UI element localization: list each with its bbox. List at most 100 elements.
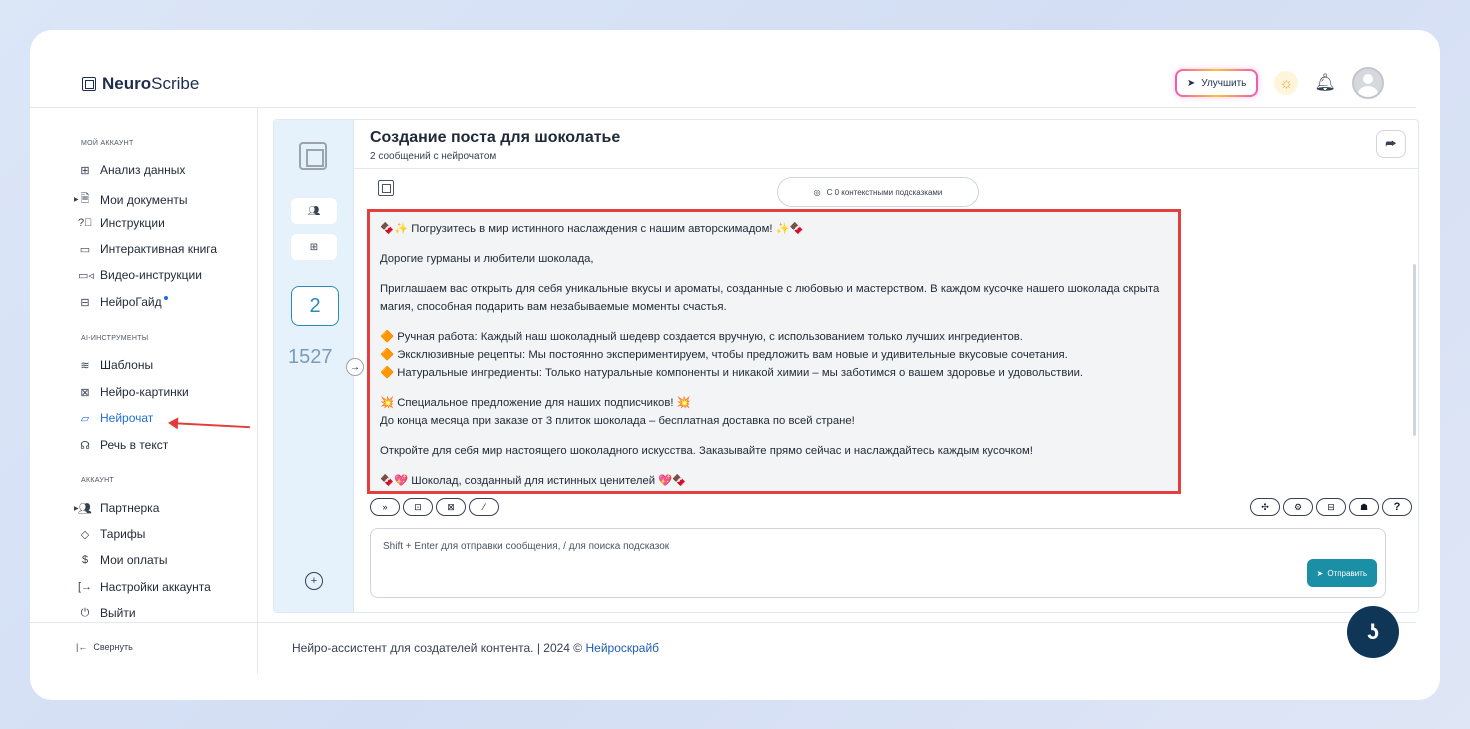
send-label: Отправить <box>1327 568 1367 578</box>
settings-toolbar: ✣ ⚙ ⊟ ☗ ? <box>1250 498 1412 516</box>
sidebar-item-label: Выйти <box>100 606 136 620</box>
message-paragraph: Откройте для себя мир настоящего шоколад… <box>380 445 1033 457</box>
document-icon: 🗎 <box>80 193 90 205</box>
sidebar-item-payments[interactable]: $ Мои оплаты <box>78 553 168 567</box>
new-dot <box>163 296 168 300</box>
chevrons-down-icon[interactable]: » <box>370 498 400 516</box>
hint-icon: ◎ <box>813 187 821 197</box>
sidebar-item-logout[interactable]: ⏻ Выйти <box>78 606 136 620</box>
bell-icon[interactable]: 🔔︎ <box>1314 73 1336 93</box>
sidebar-item-label: Мои оплаты <box>100 553 168 567</box>
upgrade-button[interactable]: ➤ Улучшить <box>1175 69 1259 97</box>
message-bullet: 🔶 Натуральные ингредиенты: Только натура… <box>380 367 1084 379</box>
section-ai-tools: AI-инструменты <box>81 335 149 342</box>
sidebar-item-interactive-book[interactable]: ▭ Интерактивная книга <box>78 242 217 256</box>
caret-right-icon: ▶ <box>74 505 79 512</box>
rocket-icon: ➤ <box>1186 77 1196 89</box>
puzzle-icon[interactable]: ✣ <box>1250 498 1280 516</box>
settings-icon[interactable]: ⚙ <box>1283 498 1313 516</box>
sidebar-item-neuroguide[interactable]: ⊟ НейроГайд <box>78 295 168 309</box>
scrollbar[interactable] <box>1413 264 1416 436</box>
avatar[interactable] <box>1352 67 1384 99</box>
sidebar-item-instructions[interactable]: ?⃝ Инструкции <box>78 216 165 230</box>
collapse-label: Свернуть <box>93 642 133 652</box>
message-toolbar: » ⊡ ⊠ ⁄ <box>370 498 499 516</box>
image-icon: ⊠ <box>80 386 90 399</box>
message-offer: До конца месяца при заказе от 3 плиток ш… <box>380 415 855 427</box>
support-chat-button[interactable]: ʖ <box>1347 606 1399 658</box>
sidebar-item-partner[interactable]: ▶ 👥︎ Партнерка <box>74 501 160 515</box>
context-hints-pill[interactable]: ◎ С 0 контекстными подсказками <box>777 177 979 207</box>
caret-right-icon: ▶ <box>74 197 79 203</box>
layers-icon: ≋ <box>80 359 90 372</box>
sidebar-item-label: Нейрочат <box>100 411 154 425</box>
section-my-account: Мой аккаунт <box>81 140 134 147</box>
sidebar-item-speech-to-text[interactable]: ☊ Речь в текст <box>78 438 168 452</box>
users-icon: 👥︎ <box>78 502 92 515</box>
chat-logo-icon <box>299 142 327 170</box>
message-counter[interactable]: 2 <box>291 286 339 326</box>
hints-label: С 0 контекстными подсказками <box>826 187 943 197</box>
sidebar-item-label: Настройки аккаунта <box>100 580 211 594</box>
token-counter: 1527 <box>288 346 333 368</box>
layout-icon[interactable]: ⊟ <box>1316 498 1346 516</box>
send-button[interactable]: ➤ Отправить <box>1306 559 1377 587</box>
collapse-button[interactable]: |← Свернуть <box>76 642 133 652</box>
help-icon[interactable]: ? <box>1382 498 1412 516</box>
magic-wand-icon[interactable]: ⁄ <box>469 498 499 516</box>
sidebar-item-video-instructions[interactable]: ▭◃ Видео-инструкции <box>78 268 202 282</box>
collapse-icon: |← <box>76 642 88 652</box>
table-icon: ⊟ <box>80 296 90 309</box>
sidebar-item-neurochat[interactable]: ▱ Нейрочат <box>78 411 154 425</box>
sidebar-item-data-analysis[interactable]: ⊞ Анализ данных <box>78 163 185 177</box>
chat-panel: 👥︎ ⊞ 2 1527 + → Создание поста для шокол… <box>273 119 1419 613</box>
sidebar-item-label: Шаблоны <box>100 358 154 372</box>
sidebar-item-my-documents[interactable]: ▶ 🗎 Мои документы <box>74 190 188 209</box>
login-icon: [→ <box>78 581 93 593</box>
share-button[interactable]: ⮫ <box>1376 130 1406 158</box>
footer-link[interactable]: Нейроскрайб <box>585 641 659 655</box>
message-signoff: 🍫💖 Шоколад, созданный для истинных ценит… <box>380 475 687 487</box>
title-divider <box>354 168 1418 169</box>
tag-icon: ◇ <box>80 528 90 541</box>
sidebar-item-label: Речь в текст <box>100 438 169 452</box>
grid-icon: ⊞ <box>80 164 90 177</box>
dollar-icon: $ <box>81 554 89 566</box>
chat-subtitle: 2 сообщений с нейрочатом <box>370 151 497 162</box>
logo-bold: Neuro <box>102 74 152 93</box>
logo[interactable]: NeuroScribe <box>82 74 199 94</box>
users-icon[interactable]: 👥︎ <box>291 198 337 224</box>
grid-icon[interactable]: ⊞ <box>291 234 337 260</box>
sidebar-item-tariffs[interactable]: ◇ Тарифы <box>78 527 146 541</box>
help-circle-icon: ?⃝ <box>78 217 93 229</box>
logo-icon <box>82 77 96 91</box>
expand-arrow-icon[interactable]: → <box>346 358 364 376</box>
message-paragraph: Дорогие гурманы и любители шоколада, <box>380 253 594 265</box>
sidebar-item-label: Тарифы <box>100 527 146 541</box>
sidebar-item-label: Интерактивная книга <box>100 242 218 256</box>
section-account: Аккаунт <box>81 477 115 484</box>
power-icon: ⏻ <box>80 606 90 619</box>
send-icon: ➤ <box>1316 568 1324 578</box>
message-input[interactable]: Shift + Enter для отправки сообщения, / … <box>370 528 1386 598</box>
sidebar-item-label: Партнерка <box>100 501 160 515</box>
sidebar-item-templates[interactable]: ≋ Шаблоны <box>78 358 153 372</box>
robot-icon[interactable]: ☗ <box>1349 498 1379 516</box>
sidebar-item-account-settings[interactable]: [→ Настройки аккаунта <box>78 580 211 594</box>
sidebar-item-label: Нейро-картинки <box>100 385 189 399</box>
input-placeholder: Shift + Enter для отправки сообщения, / … <box>383 541 670 552</box>
video-icon: ▭◃ <box>78 269 94 282</box>
footer-text: Нейро-ассистент для создателей контента.… <box>292 641 659 655</box>
sun-icon[interactable]: ☼ <box>1274 71 1299 95</box>
sidebar-item-label: НейроГайд <box>100 295 162 309</box>
image-icon[interactable]: ⊠ <box>436 498 466 516</box>
logo-rest: Scribe <box>151 74 200 93</box>
assistant-message: 🍫✨ Погрузитесь в мир истинного наслажден… <box>367 209 1181 494</box>
sidebar-item-label: Мои документы <box>100 192 188 207</box>
sidebar-item-label: Инструкции <box>100 216 165 230</box>
add-chat-icon[interactable]: + <box>305 572 323 590</box>
download-icon[interactable]: ⊡ <box>403 498 433 516</box>
footer-divider <box>30 622 1416 623</box>
sidebar-item-neuro-images[interactable]: ⊠ Нейро-картинки <box>78 385 189 399</box>
assistant-icon <box>378 180 394 196</box>
